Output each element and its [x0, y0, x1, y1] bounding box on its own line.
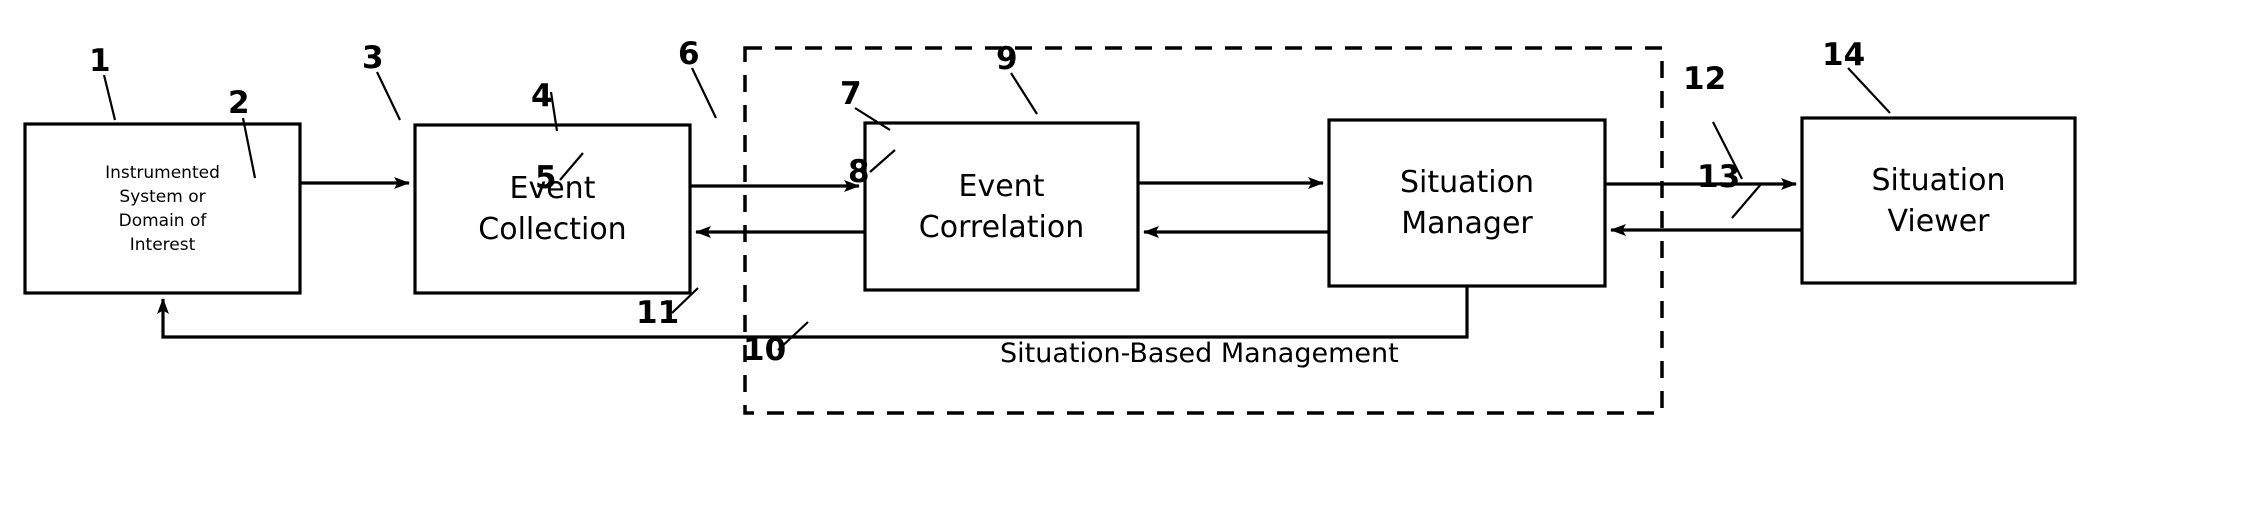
- box-situation-viewer: [1800, 116, 2077, 285]
- leader-line-6: [691, 67, 717, 119]
- leader-line-14: [1847, 67, 1891, 114]
- ref-numeral-12: 12: [1683, 61, 1727, 97]
- box-event-collection: [413, 123, 692, 295]
- ref-numeral-3: 3: [362, 40, 384, 76]
- ref-numeral-10: 10: [743, 332, 787, 368]
- diagram-vector-layer: [23, 46, 2077, 415]
- ref-numeral-13: 13: [1697, 159, 1741, 195]
- ref-numeral-8: 8: [848, 154, 870, 190]
- ref-numeral-11: 11: [636, 295, 680, 331]
- region-caption-situation-based-management: Situation-Based Management: [1000, 338, 1399, 369]
- ref-numeral-2: 2: [228, 85, 250, 121]
- feedback-path-to-system: [157, 286, 1469, 339]
- ref-numeral-14: 14: [1822, 37, 1866, 73]
- ref-numeral-6: 6: [678, 36, 700, 72]
- box-event-correlation: [863, 121, 1140, 292]
- box-situation-manager: [1327, 118, 1607, 288]
- ref-numeral-4: 4: [531, 78, 553, 114]
- leader-line-9: [1010, 72, 1038, 115]
- leader-line-3: [376, 71, 401, 121]
- ref-numeral-7: 7: [840, 76, 862, 112]
- ref-numeral-9: 9: [996, 41, 1018, 77]
- box-instrumented-system: [23, 122, 302, 295]
- ref-numeral-5: 5: [535, 160, 557, 196]
- patent-figure-diagram: Instrumented System or Domain of Interes…: [0, 0, 2264, 528]
- ref-numeral-1: 1: [89, 43, 111, 79]
- leader-line-1: [102, 74, 117, 121]
